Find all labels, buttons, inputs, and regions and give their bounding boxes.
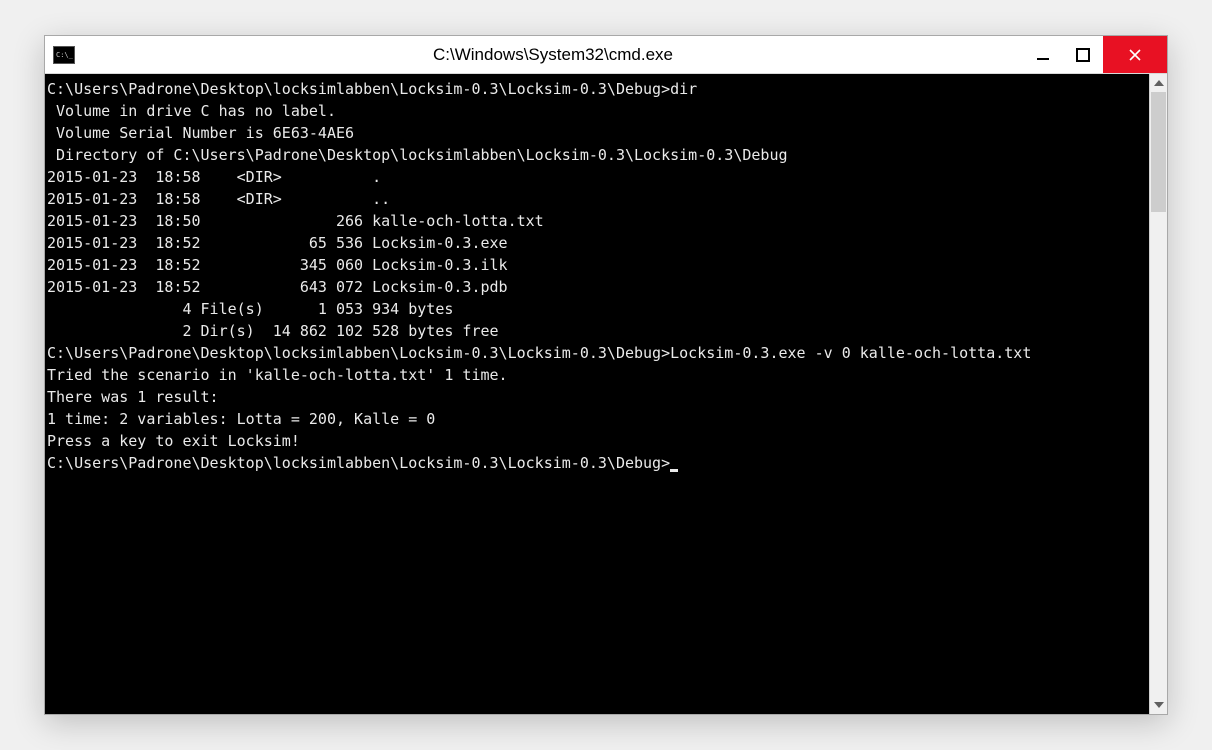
terminal-area: C:\Users\Padrone\Desktop\locksimlabben\L… [45,74,1167,714]
terminal-line: There was 1 result: [47,386,1149,408]
terminal-line: C:\Users\Padrone\Desktop\locksimlabben\L… [47,452,1149,474]
terminal-line: 4 File(s) 1 053 934 bytes [47,298,1149,320]
terminal-line: 2 Dir(s) 14 862 102 528 bytes free [47,320,1149,342]
terminal-line: 2015-01-23 18:52 643 072 Locksim-0.3.pdb [47,276,1149,298]
terminal-output[interactable]: C:\Users\Padrone\Desktop\locksimlabben\L… [45,74,1149,714]
terminal-line: 1 time: 2 variables: Lotta = 200, Kalle … [47,408,1149,430]
terminal-line: 2015-01-23 18:52 65 536 Locksim-0.3.exe [47,232,1149,254]
terminal-line: C:\Users\Padrone\Desktop\locksimlabben\L… [47,342,1149,364]
maximize-button[interactable] [1063,36,1103,73]
titlebar[interactable]: C:\Windows\System32\cmd.exe [45,36,1167,74]
cmd-icon [53,46,75,64]
terminal-line: Press a key to exit Locksim! [47,430,1149,452]
terminal-line: C:\Users\Padrone\Desktop\locksimlabben\L… [47,78,1149,100]
window-title: C:\Windows\System32\cmd.exe [83,36,1023,73]
close-button[interactable] [1103,36,1167,73]
terminal-line: 2015-01-23 18:58 <DIR> .. [47,188,1149,210]
terminal-line: Directory of C:\Users\Padrone\Desktop\lo… [47,144,1149,166]
terminal-line: Volume Serial Number is 6E63-4AE6 [47,122,1149,144]
cmd-window: C:\Windows\System32\cmd.exe C:\Users\Pad… [44,35,1168,715]
scroll-down-arrow-icon[interactable] [1150,696,1168,714]
scroll-up-arrow-icon[interactable] [1150,74,1168,92]
terminal-line: 2015-01-23 18:58 <DIR> . [47,166,1149,188]
terminal-line: 2015-01-23 18:52 345 060 Locksim-0.3.ilk [47,254,1149,276]
terminal-line: 2015-01-23 18:50 266 kalle-och-lotta.txt [47,210,1149,232]
minimize-button[interactable] [1023,36,1063,73]
terminal-line: Volume in drive C has no label. [47,100,1149,122]
terminal-line: Tried the scenario in 'kalle-och-lotta.t… [47,364,1149,386]
scroll-thumb[interactable] [1151,92,1166,212]
cursor [670,469,678,472]
vertical-scrollbar[interactable] [1149,74,1167,714]
window-controls [1023,36,1167,73]
